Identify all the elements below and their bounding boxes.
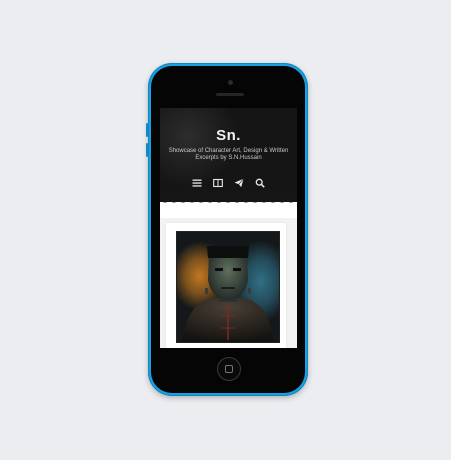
volume-up-button bbox=[146, 123, 148, 137]
phone-screen: Sn. Showcase of Character Art, Design & … bbox=[160, 108, 297, 348]
volume-down-button bbox=[146, 143, 148, 157]
content-area bbox=[160, 218, 297, 348]
menu-button[interactable] bbox=[191, 177, 204, 188]
post-card[interactable] bbox=[166, 223, 286, 348]
site-header: Sn. Showcase of Character Art, Design & … bbox=[160, 108, 297, 206]
send-button[interactable] bbox=[233, 177, 246, 188]
figure-illustration bbox=[182, 246, 274, 342]
search-button[interactable] bbox=[254, 177, 267, 188]
earpiece-speaker bbox=[216, 93, 244, 96]
send-icon bbox=[234, 178, 244, 187]
book-button[interactable] bbox=[212, 177, 225, 188]
header-nav bbox=[160, 177, 297, 188]
home-button[interactable] bbox=[217, 357, 241, 381]
portrait-artwork[interactable] bbox=[176, 231, 280, 343]
site-title[interactable]: Sn. bbox=[160, 127, 297, 144]
site-tagline: Showcase of Character Art, Design & Writ… bbox=[168, 148, 289, 161]
menu-icon bbox=[192, 179, 202, 187]
home-button-square-icon bbox=[225, 365, 233, 373]
book-icon bbox=[213, 178, 223, 187]
front-camera bbox=[228, 80, 233, 85]
search-icon bbox=[255, 178, 265, 188]
